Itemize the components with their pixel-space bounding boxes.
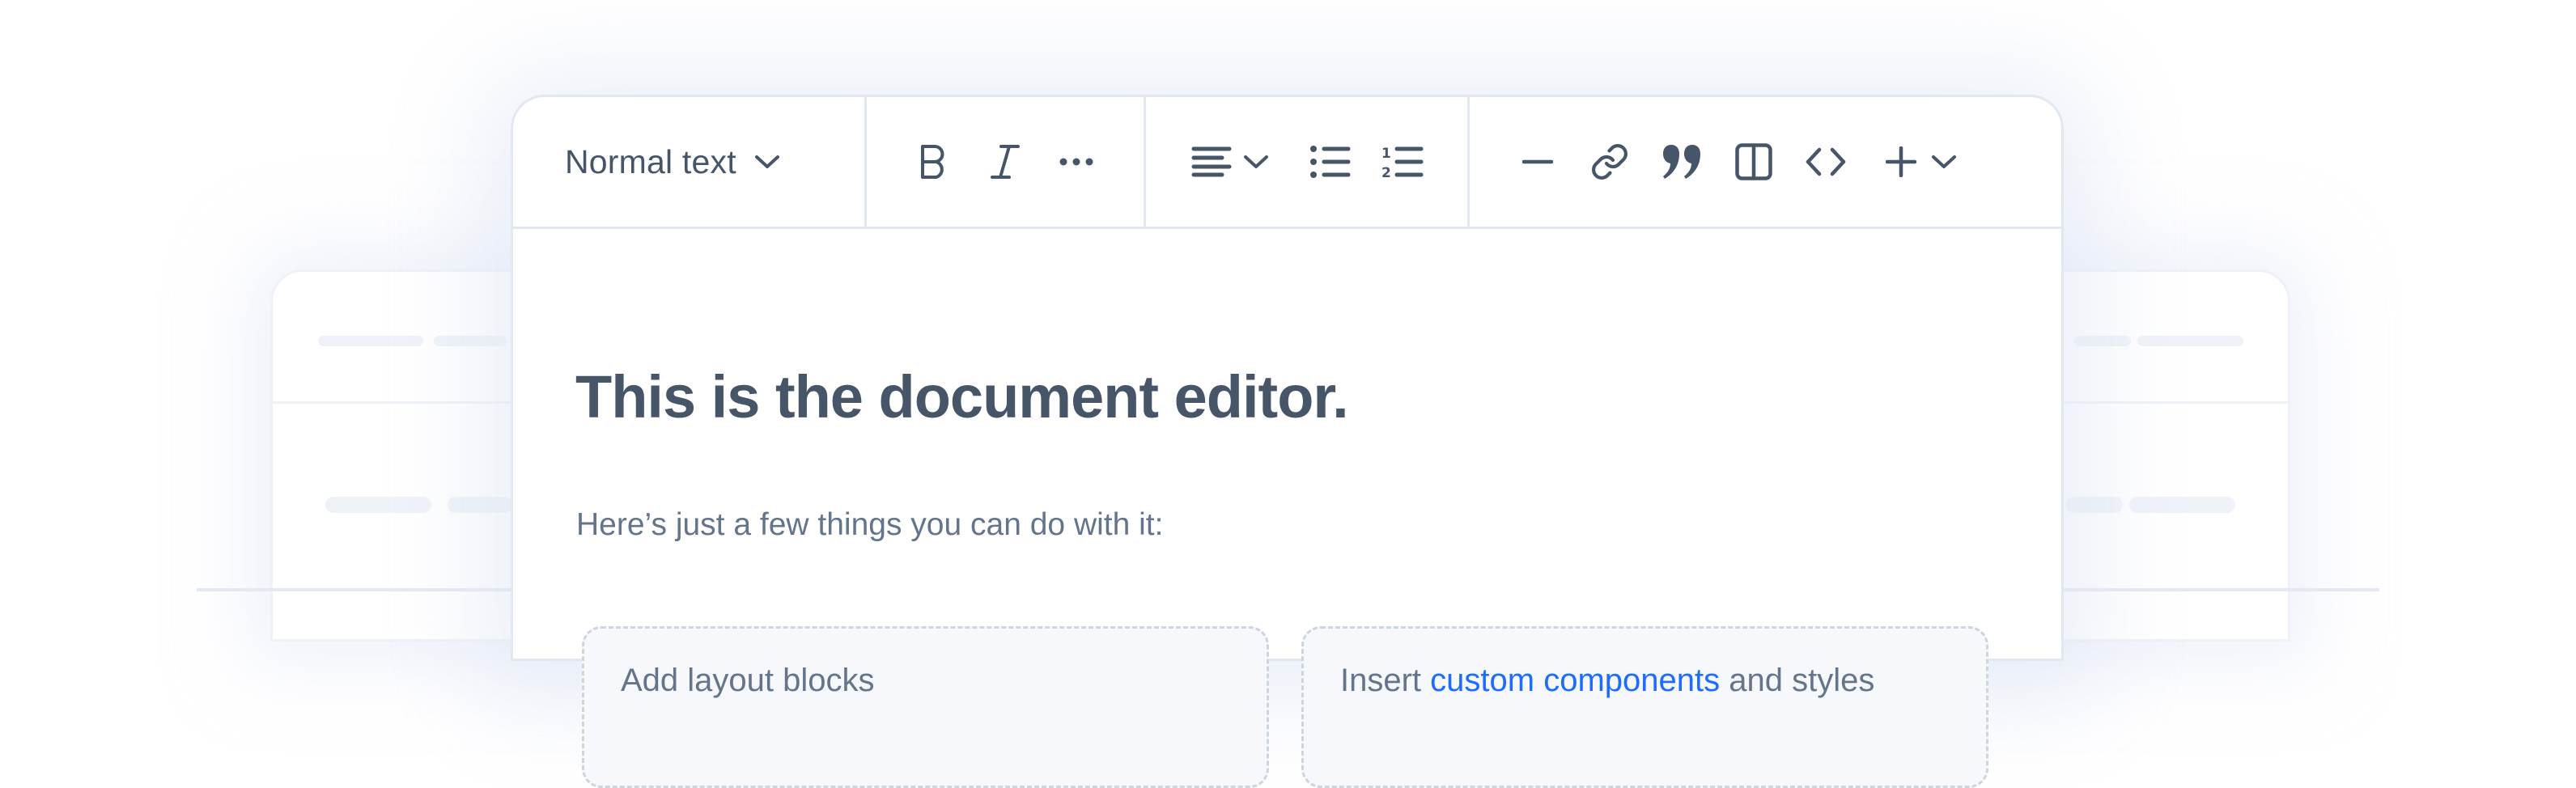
placeholder-bar — [2074, 336, 2131, 346]
placeholder-bar — [448, 497, 512, 513]
text-style-label: Normal text — [565, 142, 736, 180]
layout-block[interactable]: Add layout blocks — [582, 626, 1269, 788]
editor-toolbar: Normal text 1 2 — [513, 97, 2061, 229]
custom-components-link[interactable]: custom components — [1430, 663, 1720, 698]
document-subtitle[interactable]: Here’s just a few things you can do with… — [576, 509, 1163, 540]
plus-icon — [1886, 146, 1916, 177]
insert-dropdown-button[interactable] — [1881, 97, 1962, 227]
layout-block-text: Insert custom components and styles — [1340, 663, 1874, 699]
ordered-list-button[interactable]: 12 — [1378, 97, 1427, 227]
text-style-dropdown[interactable]: Normal text — [565, 97, 780, 227]
align-dropdown-button[interactable] — [1190, 97, 1271, 227]
placeholder-bar — [318, 336, 423, 346]
ordered-list-icon: 12 — [1381, 145, 1424, 179]
more-horizontal-icon — [1059, 158, 1093, 166]
bullet-list-button[interactable] — [1306, 97, 1355, 227]
code-button[interactable] — [1802, 97, 1850, 227]
link-icon — [1590, 142, 1629, 181]
placeholder-bar — [2137, 336, 2243, 346]
toolbar-divider — [864, 97, 867, 227]
italic-icon — [990, 144, 1021, 180]
layout-block[interactable]: Insert custom components and styles — [1301, 626, 1988, 788]
align-left-icon — [1191, 146, 1232, 177]
columns-icon — [1735, 143, 1772, 180]
bold-button[interactable] — [910, 97, 958, 227]
chevron-down-icon — [754, 155, 780, 169]
quote-icon — [1662, 143, 1701, 180]
columns-button[interactable] — [1729, 97, 1778, 227]
toolbar-divider — [1467, 97, 1470, 227]
italic-button[interactable] — [981, 97, 1029, 227]
editor-content[interactable]: This is the document editor. Here’s just… — [513, 229, 2061, 788]
code-icon — [1806, 147, 1846, 176]
block-text-suffix: and styles — [1720, 663, 1875, 698]
svg-text:2: 2 — [1381, 165, 1391, 179]
link-button[interactable] — [1585, 97, 1634, 227]
chevron-down-icon — [1931, 155, 1957, 169]
document-title[interactable]: This is the document editor. — [575, 367, 1349, 427]
block-text-prefix: Insert — [1340, 663, 1431, 698]
more-formatting-button[interactable] — [1052, 97, 1101, 227]
horizontal-rule-button[interactable] — [1513, 97, 1562, 227]
placeholder-bar — [325, 497, 431, 513]
minus-icon — [1521, 159, 1554, 165]
placeholder-bar — [2066, 497, 2123, 513]
svg-text:1: 1 — [1381, 146, 1391, 162]
placeholder-bar — [2129, 497, 2235, 513]
chevron-down-icon — [1243, 155, 1269, 169]
bold-icon — [919, 144, 948, 180]
layout-block-text: Add layout blocks — [621, 663, 875, 698]
placeholder-bar — [434, 336, 507, 346]
blockquote-button[interactable] — [1657, 97, 1706, 227]
document-editor: Normal text 1 2 This is the document edi… — [511, 95, 2064, 788]
toolbar-divider — [1144, 97, 1146, 227]
bullet-list-icon — [1310, 146, 1351, 178]
